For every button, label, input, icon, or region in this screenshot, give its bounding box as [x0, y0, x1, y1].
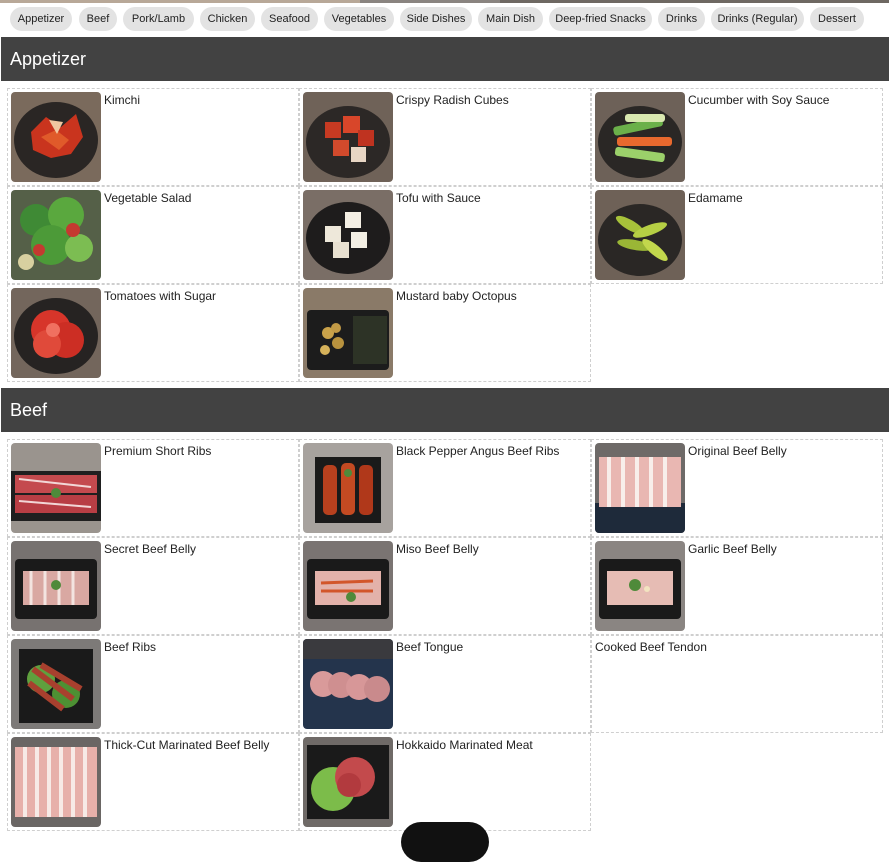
beef-tongue-photo — [303, 639, 393, 729]
category-tab-dessert[interactable]: Dessert — [810, 7, 864, 31]
garlic-belly-photo — [595, 541, 685, 631]
menu-item-name: Miso Beef Belly — [396, 542, 479, 556]
menu-item-name: Edamame — [688, 191, 743, 205]
category-tab-vegetables[interactable]: Vegetables — [324, 7, 394, 31]
menu-item-kimchi[interactable]: Kimchi — [7, 88, 299, 186]
menu-item-name: Kimchi — [104, 93, 141, 107]
category-tab-drinks-regular[interactable]: Drinks (Regular) — [711, 7, 804, 31]
tomato-photo — [11, 288, 101, 378]
floating-cart-button[interactable] — [401, 822, 489, 862]
category-tab-deep-fried-snacks[interactable]: Deep-fried Snacks — [549, 7, 652, 31]
category-tab-beef[interactable]: Beef — [79, 7, 117, 31]
menu-item-original-beef-belly[interactable]: Original Beef Belly — [591, 439, 883, 537]
menu-item-name: Beef Ribs — [104, 640, 157, 654]
category-tab-drinks[interactable]: Drinks — [658, 7, 705, 31]
secret-belly-photo — [11, 541, 101, 631]
menu-item-name: Tomatoes with Sugar — [104, 289, 217, 303]
tofu-photo — [303, 190, 393, 280]
menu-item-black-pepper-angus-beef-ribs[interactable]: Black Pepper Angus Beef Ribs — [299, 439, 591, 537]
menu-item-edamame[interactable]: Edamame — [591, 186, 883, 284]
beef-belly-photo — [595, 443, 685, 533]
edamame-photo — [595, 190, 685, 280]
menu-item-beef-ribs[interactable]: Beef Ribs — [7, 635, 299, 733]
thick-belly-photo — [11, 737, 101, 827]
category-nav: Appetizer Beef Pork/Lamb Chicken Seafood… — [0, 3, 889, 37]
miso-belly-photo — [303, 541, 393, 631]
menu-item-name: Black Pepper Angus Beef Ribs — [396, 444, 560, 458]
category-tab-side-dishes[interactable]: Side Dishes — [400, 7, 472, 31]
section-header-appetizer: Appetizer — [1, 37, 889, 81]
menu-item-thick-cut-marinated-beef-belly[interactable]: Thick-Cut Marinated Beef Belly — [7, 733, 299, 831]
menu-item-beef-tongue[interactable]: Beef Tongue — [299, 635, 591, 733]
category-tab-seafood[interactable]: Seafood — [261, 7, 318, 31]
category-tab-chicken[interactable]: Chicken — [200, 7, 255, 31]
menu-item-name: Vegetable Salad — [104, 191, 192, 205]
menu-item-vegetable-salad[interactable]: Vegetable Salad — [7, 186, 299, 284]
menu-item-cooked-beef-tendon[interactable]: Cooked Beef Tendon — [591, 635, 883, 733]
menu-item-tomatoes-with-sugar[interactable]: Tomatoes with Sugar — [7, 284, 299, 382]
radish-cubes-photo — [303, 92, 393, 182]
menu-item-garlic-beef-belly[interactable]: Garlic Beef Belly — [591, 537, 883, 635]
menu-item-name: Garlic Beef Belly — [688, 542, 777, 556]
menu-item-name: Original Beef Belly — [688, 444, 787, 458]
menu-item-name: Beef Tongue — [396, 640, 464, 654]
menu-item-name: Mustard baby Octopus — [396, 289, 517, 303]
octopus-photo — [303, 288, 393, 378]
menu-item-miso-beef-belly[interactable]: Miso Beef Belly — [299, 537, 591, 635]
category-tab-main-dish[interactable]: Main Dish — [478, 7, 543, 31]
menu-item-premium-short-ribs[interactable]: Premium Short Ribs — [7, 439, 299, 537]
category-tab-appetizer[interactable]: Appetizer — [10, 7, 72, 31]
menu-item-name: Hokkaido Marinated Meat — [396, 738, 533, 752]
kimchi-photo — [11, 92, 101, 182]
menu-item-mustard-baby-octopus[interactable]: Mustard baby Octopus — [299, 284, 591, 382]
short-ribs-photo — [11, 443, 101, 533]
menu-item-name: Cucumber with Soy Sauce — [688, 93, 830, 107]
menu-item-name: Cooked Beef Tendon — [595, 640, 707, 654]
menu-item-name: Secret Beef Belly — [104, 542, 197, 556]
hokkaido-meat-photo — [303, 737, 393, 827]
category-tab-pork-lamb[interactable]: Pork/Lamb — [123, 7, 194, 31]
cucumber-photo — [595, 92, 685, 182]
menu-item-crispy-radish-cubes[interactable]: Crispy Radish Cubes — [299, 88, 591, 186]
menu-item-cucumber-with-soy-sauce[interactable]: Cucumber with Soy Sauce — [591, 88, 883, 186]
section-header-beef: Beef — [1, 388, 889, 432]
beef-ribs-photo — [11, 639, 101, 729]
salad-photo — [11, 190, 101, 280]
menu-item-secret-beef-belly[interactable]: Secret Beef Belly — [7, 537, 299, 635]
pepper-ribs-photo — [303, 443, 393, 533]
menu-item-tofu-with-sauce[interactable]: Tofu with Sauce — [299, 186, 591, 284]
menu-item-name: Crispy Radish Cubes — [396, 93, 509, 107]
menu-item-name: Tofu with Sauce — [396, 191, 481, 205]
menu-item-name: Premium Short Ribs — [104, 444, 212, 458]
menu-item-hokkaido-marinated-meat[interactable]: Hokkaido Marinated Meat — [299, 733, 591, 831]
menu-item-name: Thick-Cut Marinated Beef Belly — [104, 738, 270, 752]
